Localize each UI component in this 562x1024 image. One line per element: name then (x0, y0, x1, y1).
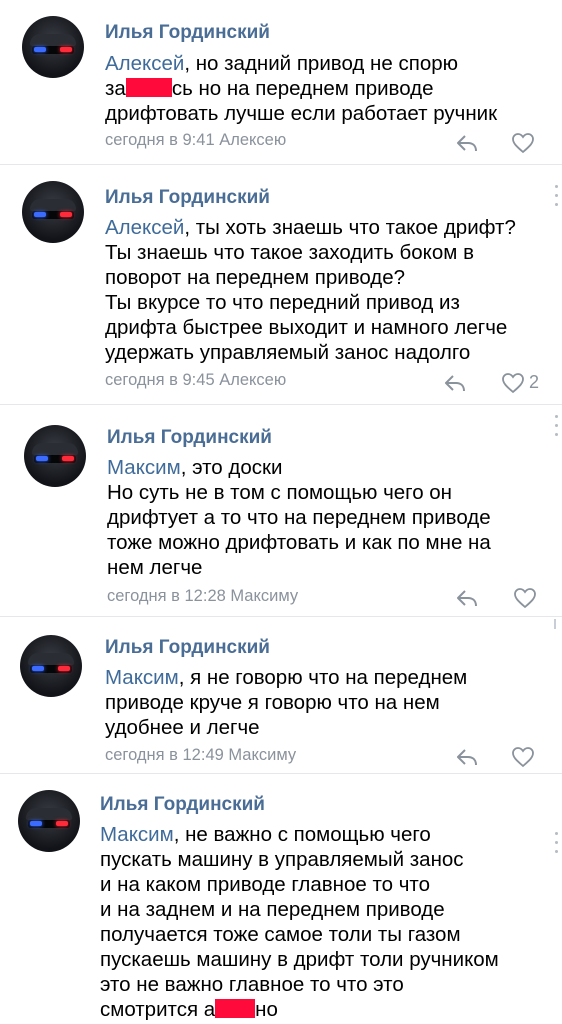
comment-meta: сегодня в 12:28 Максиму (107, 587, 299, 605)
mention-link[interactable]: Алексей (105, 52, 184, 75)
comment-text: Максим, я не говорю что на переднем прив… (105, 666, 468, 739)
author-name[interactable]: Илья Гординский (105, 637, 270, 659)
reply-arrow-icon[interactable] (455, 132, 479, 154)
scroll-indicator (555, 185, 559, 212)
scroll-tick (554, 619, 556, 629)
comment-text: Алексей, ты хоть знаешь что такое дрифт?… (105, 216, 516, 364)
mention-link[interactable]: Максим (100, 823, 174, 846)
author-avatar[interactable] (22, 181, 84, 243)
reply-arrow-icon[interactable] (455, 587, 479, 609)
scroll-indicator (555, 832, 559, 859)
author-name[interactable]: Илья Гординский (105, 22, 270, 44)
mention-link[interactable]: Максим (105, 666, 179, 689)
author-name[interactable]: Илья Гординский (105, 187, 270, 209)
comment-item: Илья Гординский Максим, не важно с помощ… (0, 774, 562, 1024)
heart-outline-icon[interactable] (501, 372, 525, 394)
comment-text: Максим, это доски Но суть не в том с пом… (107, 456, 491, 579)
author-avatar[interactable] (20, 635, 82, 697)
redaction-mark (215, 999, 256, 1018)
like-count: 2 (529, 372, 540, 392)
comment-text: Максим, не важно с помощью чего пускать … (100, 823, 499, 1021)
reply-arrow-icon[interactable] (455, 746, 479, 768)
author-name[interactable]: Илья Гординский (100, 794, 265, 816)
heart-outline-icon[interactable] (513, 587, 537, 609)
comment-meta: сегодня в 9:45 Алексею (105, 371, 287, 389)
comment-item: Илья Гординский Алексей, ты хоть знаешь … (0, 165, 562, 405)
comment-text: Алексей, но задний привод не спорю за сь … (105, 52, 498, 125)
comment-item: Илья Гординский Максим, это доски Но сут… (0, 405, 562, 617)
redaction-mark (125, 78, 172, 97)
reply-arrow-icon[interactable] (443, 372, 467, 394)
comment-item: Илья Гординский Максим, я не говорю что … (0, 617, 562, 774)
heart-outline-icon[interactable] (511, 132, 535, 154)
scroll-indicator (555, 415, 559, 442)
heart-outline-icon[interactable] (511, 746, 535, 768)
mention-link[interactable]: Максим (107, 456, 181, 479)
comment-meta: сегодня в 12:49 Максиму (105, 746, 297, 764)
author-avatar[interactable] (18, 790, 80, 852)
mention-link[interactable]: Алексей (105, 216, 184, 239)
comment-meta: сегодня в 9:41 Алексею (105, 131, 287, 149)
author-avatar[interactable] (22, 16, 84, 78)
author-name[interactable]: Илья Гординский (107, 427, 272, 449)
author-avatar[interactable] (24, 425, 86, 487)
comment-item: Илья Гординский Алексей, но задний приво… (0, 0, 562, 165)
